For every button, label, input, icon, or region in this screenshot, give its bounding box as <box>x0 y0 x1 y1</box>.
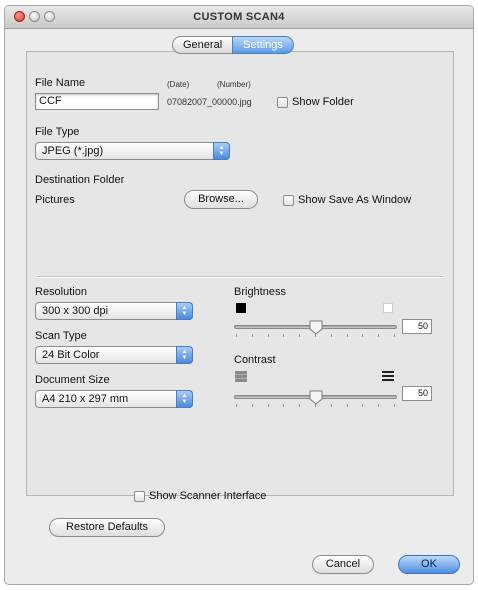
brightness-label: Brightness <box>234 286 286 298</box>
destination-folder-value: Pictures <box>35 194 75 206</box>
restore-defaults-button[interactable]: Restore Defaults <box>49 518 165 537</box>
show-folder-checkbox[interactable] <box>277 97 288 108</box>
custom-scan-dialog: CUSTOM SCAN4 File Name CCF (Date) (Numbe… <box>4 5 474 585</box>
dark-square-icon <box>236 303 246 313</box>
file-type-label: File Type <box>35 126 80 138</box>
settings-panel: File Name CCF (Date) (Number) 07082007_0… <box>26 51 454 502</box>
brightness-slider-thumb[interactable] <box>309 320 323 335</box>
file-name-input[interactable]: CCF <box>35 93 159 110</box>
show-scanner-interface-label[interactable]: Show Scanner Interface <box>149 490 266 502</box>
number-label: (Number) <box>217 80 251 89</box>
document-size-selected: A4 210 x 297 mm <box>42 393 129 405</box>
popup-arrows-icon: ▲ ▼ <box>213 142 230 160</box>
resolution-popup[interactable]: 300 x 300 dpi ▲ ▼ <box>35 302 193 320</box>
low-contrast-icon <box>235 371 247 382</box>
tab-general[interactable]: General <box>172 36 233 54</box>
show-folder-label[interactable]: Show Folder <box>292 96 354 108</box>
show-save-as-window-checkbox[interactable] <box>283 195 294 206</box>
show-save-as-window-label[interactable]: Show Save As Window <box>298 194 411 206</box>
high-contrast-icon <box>382 371 394 381</box>
popup-arrows-icon: ▲ ▼ <box>176 346 193 364</box>
tab-bar: General Settings <box>172 36 294 54</box>
file-name-label: File Name <box>35 77 86 89</box>
contrast-value-field[interactable]: 50 <box>402 386 432 401</box>
title-bar[interactable]: CUSTOM SCAN4 <box>5 6 473 29</box>
contrast-slider-thumb[interactable] <box>309 390 323 405</box>
popup-arrows-icon: ▲ ▼ <box>176 302 193 320</box>
scan-type-selected: 24 Bit Color <box>42 349 100 361</box>
popup-arrows-icon: ▲ ▼ <box>176 390 193 408</box>
scan-type-popup[interactable]: 24 Bit Color ▲ ▼ <box>35 346 193 364</box>
cancel-button[interactable]: Cancel <box>312 555 374 574</box>
file-name-example: 07082007_00000.jpg <box>167 97 252 107</box>
show-scanner-interface-checkbox[interactable] <box>134 491 145 502</box>
scan-type-label: Scan Type <box>35 330 87 342</box>
file-type-popup[interactable]: JPEG (*.jpg) ▲ ▼ <box>35 142 230 160</box>
browse-button[interactable]: Browse... <box>184 190 258 209</box>
document-size-popup[interactable]: A4 210 x 297 mm ▲ ▼ <box>35 390 193 408</box>
resolution-selected: 300 x 300 dpi <box>42 305 109 317</box>
resolution-label: Resolution <box>35 286 87 298</box>
light-square-icon <box>383 303 393 313</box>
tab-settings[interactable]: Settings <box>232 36 294 54</box>
file-type-selected: JPEG (*.jpg) <box>42 145 104 157</box>
section-divider <box>37 276 443 278</box>
contrast-label: Contrast <box>234 354 276 366</box>
destination-folder-label: Destination Folder <box>35 174 125 186</box>
ok-button[interactable]: OK <box>398 555 460 574</box>
date-label: (Date) <box>167 80 190 89</box>
document-size-label: Document Size <box>35 374 110 386</box>
brightness-value-field[interactable]: 50 <box>402 319 432 334</box>
window-title: CUSTOM SCAN4 <box>193 11 285 23</box>
